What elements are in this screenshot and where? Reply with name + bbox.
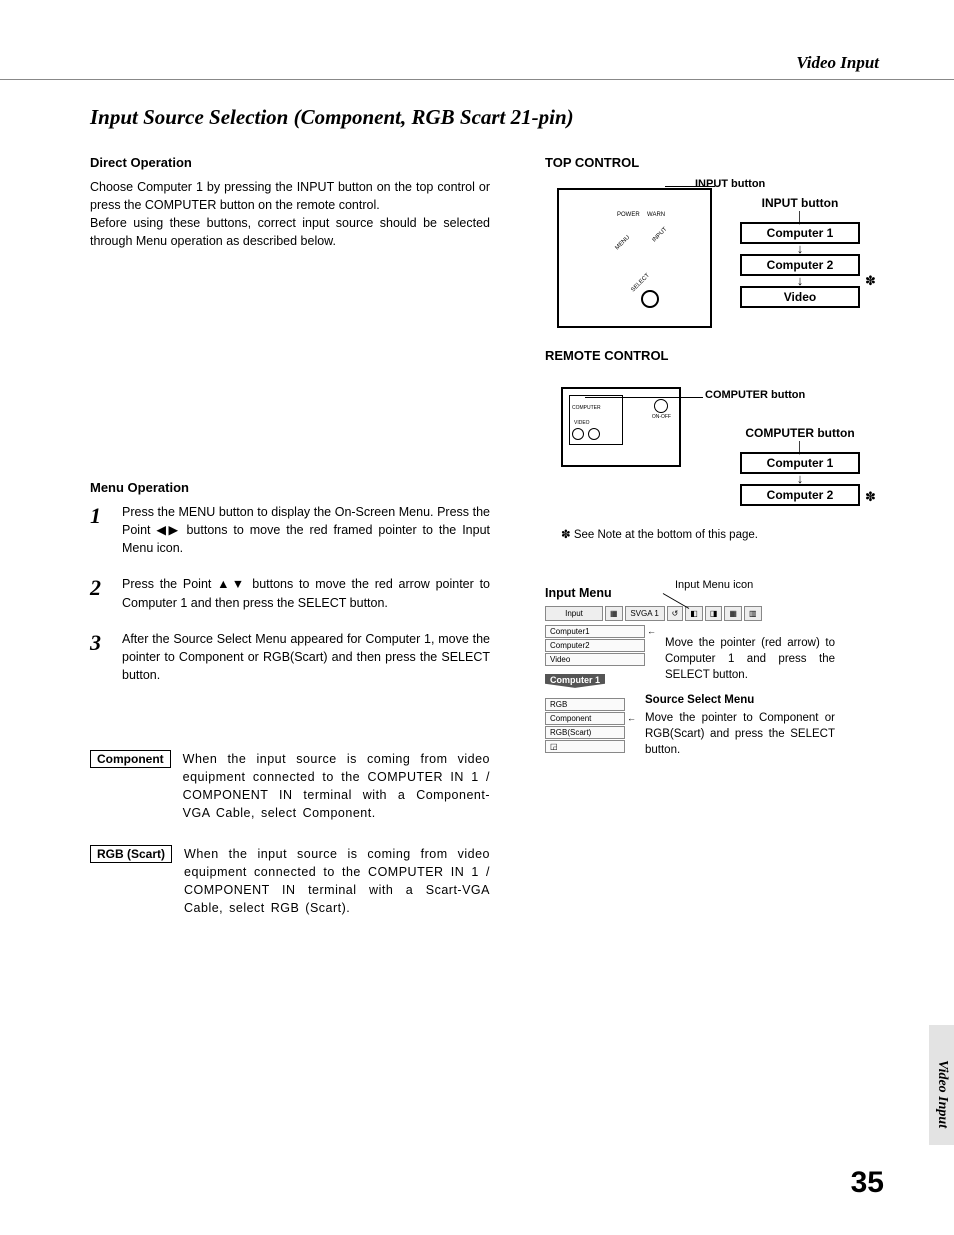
src-back-icon: ◲ [545, 740, 625, 753]
step-num-3: 3 [90, 630, 108, 684]
tc-input: INPUT [652, 227, 669, 244]
step-2: 2 Press the Point ▲▼ buttons to move the… [90, 575, 490, 611]
step-text-3: After the Source Select Menu appeared fo… [122, 630, 490, 684]
down-arrow-icon: ↓ [740, 276, 860, 286]
step-num-2: 2 [90, 575, 108, 611]
rc-btn-icon [572, 428, 584, 440]
step-3: 3 After the Source Select Menu appeared … [90, 630, 490, 684]
menu-item-video: Video [545, 653, 645, 666]
divider [0, 79, 954, 80]
step-1: 1 Press the MENU button to display the O… [90, 503, 490, 557]
callout-line [585, 397, 703, 398]
page-title: Input Source Selection (Component, RGB S… [90, 105, 574, 130]
menu-chip-icon: ▥ [744, 606, 762, 621]
tc-power: POWER [617, 212, 640, 218]
remote-heading: REMOTE CONTROL [545, 348, 865, 363]
input-menu-list: Computer1 Computer2 Video [545, 625, 645, 666]
menu-op-heading: Menu Operation [90, 480, 490, 495]
source-select-heading: Source Select Menu [645, 694, 835, 706]
menu-chip-icon: ▦ [605, 606, 623, 621]
flow-r-computer2: Computer 2 [740, 484, 860, 506]
step-num-1: 1 [90, 503, 108, 557]
remote-diagram: COMPUTER VIDEO ON-OFF [561, 387, 681, 467]
asterisk-icon: ✽ [865, 273, 876, 289]
input-menu-callout1: Move the pointer (red arrow) to Computer… [665, 635, 835, 683]
source-select-list: RGB Component RGB(Scart) ◲ [545, 698, 625, 754]
rc-btn-icon [588, 428, 600, 440]
step-text-2: Press the Point ▲▼ buttons to move the r… [122, 575, 490, 611]
callout-line [665, 186, 715, 187]
menu-chip-mode: SVGA 1 [625, 606, 665, 621]
step-text-1: Press the MENU button to display the On-… [122, 503, 490, 557]
menu-chip-icon: ▦ [724, 606, 742, 621]
remote-computer-callout: COMPUTER button [705, 389, 805, 401]
header-section: Video Input [796, 53, 879, 73]
menu-chip-input: Input [545, 606, 603, 621]
flow-video: Video [740, 286, 860, 308]
flow-computer-label: COMPUTER button [740, 426, 860, 440]
menu-toolbar: Input ▦ SVGA 1 ↺ ◧ ◨ ▦ ▥ [545, 606, 875, 621]
src-component: Component [545, 712, 625, 725]
flow-input-label: INPUT button [740, 196, 860, 210]
direct-op-p1: Choose Computer 1 by pressing the INPUT … [90, 178, 490, 214]
rgb-row: RGB (Scart) When the input source is com… [90, 845, 490, 918]
tc-menu: MENU [614, 235, 631, 252]
input-menu-callout2: Move the pointer to Component or RGB(Sca… [645, 710, 835, 758]
direct-op-p2: Before using these buttons, correct inpu… [90, 214, 490, 250]
menu-item-computer1: Computer1 [545, 625, 645, 638]
component-row: Component When the input source is comin… [90, 750, 490, 823]
input-menu-icon-label: Input Menu icon [675, 579, 753, 591]
menu-item-computer2: Computer2 [545, 639, 645, 652]
page-number: 35 [851, 1166, 884, 1200]
rgb-desc: When the input source is coming from vid… [184, 845, 490, 918]
note-text: ✽ See Note at the bottom of this page. [561, 527, 865, 541]
asterisk-icon: ✽ [865, 489, 876, 505]
input-menu-title: Input Menu [545, 586, 612, 600]
side-tab-label: Video Input [934, 1060, 950, 1128]
top-control-heading: TOP CONTROL [545, 155, 865, 170]
rc-computer: COMPUTER [572, 405, 601, 411]
top-input-callout: INPUT button [695, 178, 765, 190]
rgb-label: RGB (Scart) [90, 845, 172, 863]
down-arrow-icon: ↓ [740, 474, 860, 484]
top-control-diagram: POWER WARN MENU INPUT SELECT [557, 188, 712, 328]
rc-video: VIDEO [574, 420, 590, 426]
component-label: Component [90, 750, 171, 768]
rc-onoff: ON-OFF [652, 414, 671, 420]
src-rgb: RGB [545, 698, 625, 711]
tc-warn: WARN [647, 212, 665, 218]
computer1-tag: Computer 1 [545, 674, 605, 688]
select-dial-icon [641, 290, 659, 308]
component-desc: When the input source is coming from vid… [183, 750, 490, 823]
down-arrow-icon: ↓ [740, 244, 860, 254]
menu-chip-icon: ◨ [705, 606, 723, 621]
menu-chip-icon: ↺ [667, 606, 684, 621]
direct-op-heading: Direct Operation [90, 155, 490, 170]
power-icon [654, 399, 668, 413]
src-rgbscart: RGB(Scart) [545, 726, 625, 739]
